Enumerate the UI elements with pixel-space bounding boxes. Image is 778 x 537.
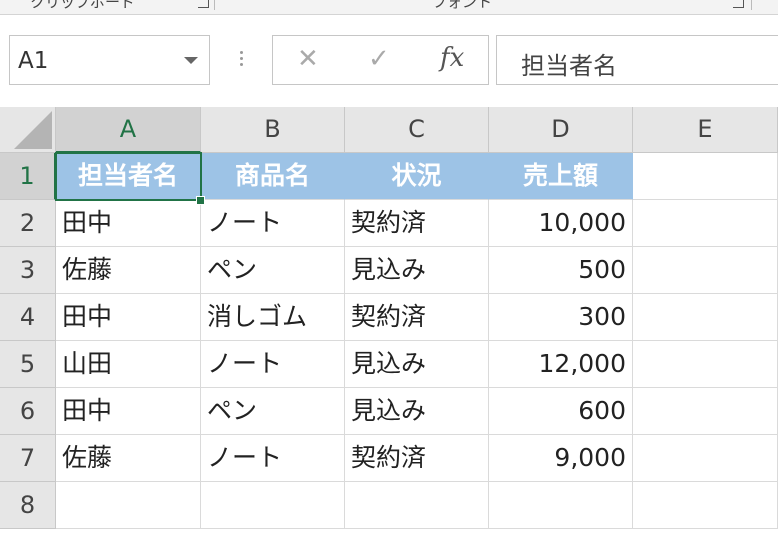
cell-d2[interactable]: 10,000	[489, 200, 633, 247]
cell-a8[interactable]	[56, 482, 201, 529]
cell-d5[interactable]: 12,000	[489, 341, 633, 388]
select-all-button[interactable]	[0, 107, 56, 153]
cancel-icon[interactable]: ✕	[297, 44, 319, 74]
cell-d8[interactable]	[489, 482, 633, 529]
cell-c2[interactable]: 契約済	[345, 200, 489, 247]
formula-buttons: ✕ ✓ fx	[272, 35, 489, 85]
font-dialog-launcher-icon[interactable]	[733, 0, 744, 8]
cell-c1[interactable]: 状況	[345, 153, 489, 200]
cell-b5[interactable]: ノート	[201, 341, 345, 388]
ribbon-separator	[751, 0, 752, 10]
cell-a3[interactable]: 佐藤	[56, 247, 201, 294]
row-header-8[interactable]: 8	[0, 482, 56, 529]
ribbon-group-labels: クリップボード フォント	[0, 0, 778, 15]
cell-e1[interactable]	[633, 153, 778, 200]
row-header-3[interactable]: 3	[0, 247, 56, 294]
cell-b3[interactable]: ペン	[201, 247, 345, 294]
cell-a4[interactable]: 田中	[56, 294, 201, 341]
insert-function-icon[interactable]: fx	[440, 43, 464, 73]
cell-c5[interactable]: 見込み	[345, 341, 489, 388]
cell-b6[interactable]: ペン	[201, 388, 345, 435]
cell-a5[interactable]: 山田	[56, 341, 201, 388]
cell-c6[interactable]: 見込み	[345, 388, 489, 435]
formula-bar-area: A1 ✕ ✓ fx 担当者名	[0, 15, 778, 107]
formula-content: 担当者名	[521, 52, 617, 80]
chevron-down-icon[interactable]	[184, 57, 198, 64]
row-header-7[interactable]: 7	[0, 435, 56, 482]
ribbon-separator	[214, 0, 215, 10]
cell-a1[interactable]: 担当者名	[56, 153, 201, 200]
cell-e8[interactable]	[633, 482, 778, 529]
row-header-2[interactable]: 2	[0, 200, 56, 247]
row-header-5[interactable]: 5	[0, 341, 56, 388]
row-header-1[interactable]: 1	[0, 153, 56, 200]
font-group-label: フォント	[432, 0, 493, 11]
column-header-d[interactable]: D	[489, 107, 633, 153]
row-header-4[interactable]: 4	[0, 294, 56, 341]
cell-b2[interactable]: ノート	[201, 200, 345, 247]
cell-d4[interactable]: 300	[489, 294, 633, 341]
column-header-c[interactable]: C	[345, 107, 489, 153]
name-box-value: A1	[18, 48, 49, 74]
column-header-a[interactable]: A	[56, 107, 201, 153]
cell-e4[interactable]	[633, 294, 778, 341]
cell-b4[interactable]: 消しゴム	[201, 294, 345, 341]
cell-a7[interactable]: 佐藤	[56, 435, 201, 482]
cell-e5[interactable]	[633, 341, 778, 388]
enter-icon[interactable]: ✓	[368, 44, 390, 74]
fill-handle[interactable]	[196, 196, 205, 205]
cell-e6[interactable]	[633, 388, 778, 435]
cell-a6[interactable]: 田中	[56, 388, 201, 435]
row-header-6[interactable]: 6	[0, 388, 56, 435]
clipboard-dialog-launcher-icon[interactable]	[198, 0, 209, 8]
column-header-b[interactable]: B	[201, 107, 345, 153]
cell-c4[interactable]: 契約済	[345, 294, 489, 341]
cell-b8[interactable]	[201, 482, 345, 529]
cell-c8[interactable]	[345, 482, 489, 529]
cell-a2[interactable]: 田中	[56, 200, 201, 247]
column-header-e[interactable]: E	[633, 107, 778, 153]
drag-handle-icon[interactable]	[240, 51, 244, 69]
cell-b1[interactable]: 商品名	[201, 153, 345, 200]
select-all-icon	[14, 111, 52, 149]
clipboard-group-label: クリップボード	[30, 0, 136, 11]
cell-d3[interactable]: 500	[489, 247, 633, 294]
cell-c3[interactable]: 見込み	[345, 247, 489, 294]
cell-e7[interactable]	[633, 435, 778, 482]
cell-c7[interactable]: 契約済	[345, 435, 489, 482]
cell-d6[interactable]: 600	[489, 388, 633, 435]
name-box[interactable]: A1	[9, 35, 210, 85]
cell-e3[interactable]	[633, 247, 778, 294]
cell-b7[interactable]: ノート	[201, 435, 345, 482]
cell-d7[interactable]: 9,000	[489, 435, 633, 482]
cell-e2[interactable]	[633, 200, 778, 247]
formula-input[interactable]: 担当者名	[496, 35, 778, 85]
cell-d1[interactable]: 売上額	[489, 153, 633, 200]
